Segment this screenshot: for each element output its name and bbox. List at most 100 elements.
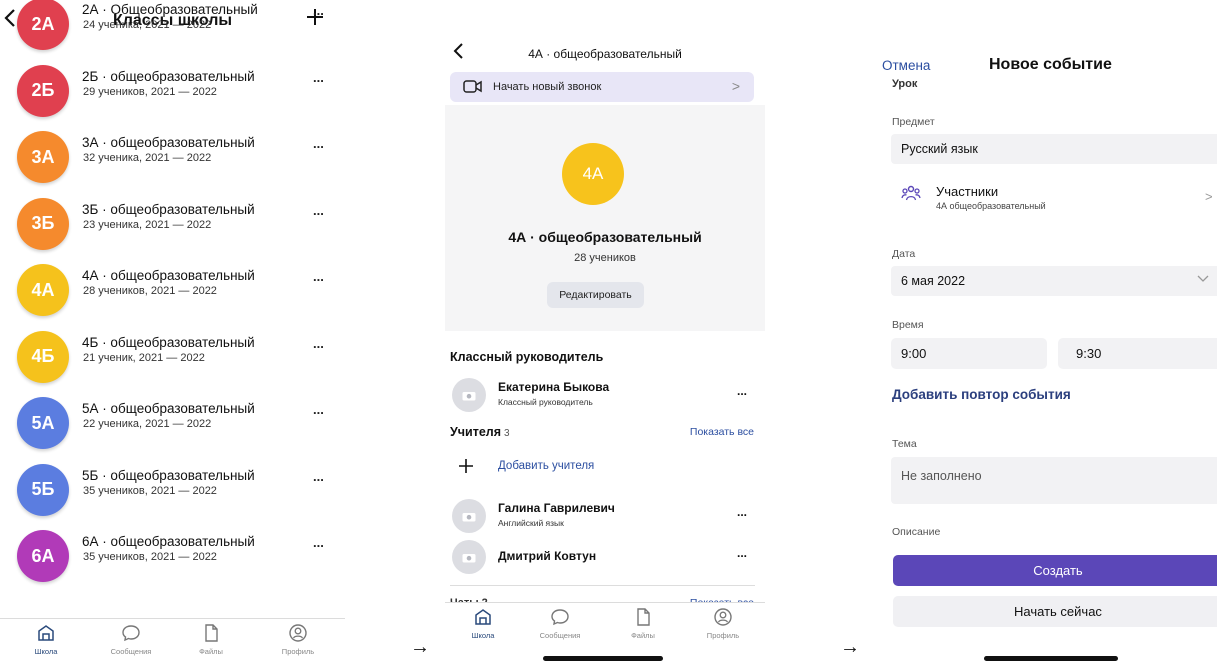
class-badge: 4Б xyxy=(17,330,69,383)
more-options-icon[interactable]: ... xyxy=(737,546,747,560)
date-field[interactable]: 6 мая 2022 xyxy=(891,266,1217,296)
time-label: Время xyxy=(892,319,924,331)
add-repeat-link[interactable]: Добавить повтор события xyxy=(892,387,1071,402)
class-meta: 22 ученика, 2021 — 2022 xyxy=(83,418,212,430)
show-all-teachers-link[interactable]: Показать все xyxy=(690,426,754,438)
more-options-icon[interactable]: ... xyxy=(313,136,324,151)
class-list-item[interactable]: 6А 6А · общеобразовательный 35 учеников, 2… xyxy=(0,523,345,589)
class-detail-screen: 4А · общеобразовательный Начать новый зв… xyxy=(445,0,765,662)
camera-icon xyxy=(452,378,486,412)
class-name: 5А · общеобразовательный xyxy=(82,401,255,416)
class-meta: 35 учеников, 2021 — 2022 xyxy=(83,484,217,497)
tab-school[interactable]: Школа xyxy=(453,607,513,640)
subject-field[interactable]: Русский язык xyxy=(891,134,1217,164)
tab-label: Школа xyxy=(34,647,58,656)
tab-label: Профиль xyxy=(706,631,740,640)
camera-icon xyxy=(452,540,486,574)
home-indicator[interactable] xyxy=(984,656,1118,661)
class-list-item[interactable]: 3А 3А · общеобразовательный 32 ученика, 20… xyxy=(0,124,345,190)
homeroom-heading: Классный руководитель xyxy=(450,350,604,364)
class-meta: 35 учеников, 2021 — 2022 xyxy=(83,551,217,563)
more-options-icon[interactable]: ... xyxy=(313,402,324,417)
more-options-icon[interactable]: ... xyxy=(313,203,324,218)
start-call-button[interactable]: Начать новый звонок > xyxy=(450,72,754,102)
subject-value: Русский язык xyxy=(901,142,978,156)
class-meta: 24 ученика, 2021 — 2022 xyxy=(83,19,212,31)
class-name: 3Б · общеобразовательный xyxy=(82,201,255,217)
tab-files[interactable]: Файлы xyxy=(181,623,241,656)
subject-label: Предмет xyxy=(892,116,935,128)
chevron-right-icon[interactable]: > xyxy=(1205,189,1213,204)
more-options-icon[interactable]: ... xyxy=(737,505,747,519)
class-name: 4А · общеобразовательный xyxy=(82,268,255,283)
tab-messages[interactable]: Сообщения xyxy=(101,623,161,656)
teachers-count: 3 xyxy=(504,428,510,439)
more-options-icon[interactable]: ... xyxy=(313,269,324,284)
tab-label: Файлы xyxy=(631,631,655,640)
class-badge: 3А xyxy=(17,131,69,183)
class-name: 4Б · общеобразовательный xyxy=(82,334,255,350)
class-badge: 3Б xyxy=(17,197,69,250)
more-options-icon[interactable]: ... xyxy=(737,384,747,398)
class-badge: 4А xyxy=(17,264,69,316)
participants-title[interactable]: Участники xyxy=(936,184,998,199)
class-list-item[interactable]: 5Б 5Б · общеобразовательный 35 учеников, 2… xyxy=(0,457,345,523)
start-time-field[interactable]: 9:00 xyxy=(891,338,1047,369)
class-meta: 28 учеников, 2021 — 2022 xyxy=(83,285,217,297)
topic-field[interactable]: Не заполнено xyxy=(891,457,1217,504)
class-list-item[interactable]: 5А 5А · общеобразовательный 22 ученика, 20… xyxy=(0,390,345,456)
new-event-screen: Отмена Новое событие Урок Предмет Русски… xyxy=(880,0,1217,662)
topic-placeholder: Не заполнено xyxy=(901,469,982,483)
cancel-button[interactable]: Отмена xyxy=(882,58,930,73)
class-hero: 4А 4А · общеобразовательный 28 учеников … xyxy=(445,105,765,331)
class-badge: 6А xyxy=(17,530,69,582)
flow-arrow: → xyxy=(840,636,860,658)
start-time-value: 9:00 xyxy=(901,346,927,361)
date-value: 6 мая 2022 xyxy=(901,274,966,288)
class-avatar: 4А xyxy=(562,143,624,205)
more-options-icon[interactable]: ... xyxy=(313,336,324,351)
participants-icon xyxy=(901,184,921,207)
add-teacher-button[interactable]: Добавить учителя xyxy=(445,450,765,490)
class-name: 3А · общеобразовательный xyxy=(82,135,255,150)
homeroom-teacher-row[interactable]: Екатерина Быкова Классный руководитель .… xyxy=(445,375,765,415)
classes-screen: Классы школы 2А 2А · Общеобразовательный 2… xyxy=(0,0,345,662)
class-meta: 29 учеников, 2021 — 2022 xyxy=(83,85,217,98)
more-options-icon[interactable]: ... xyxy=(313,535,324,550)
tab-profile[interactable]: Профиль xyxy=(268,623,328,656)
teacher-row[interactable]: Галина Гаврилевич Английский язык ... xyxy=(445,496,765,536)
event-type-value[interactable]: Урок xyxy=(892,78,917,90)
class-list-item[interactable]: 3Б 3Б · общеобразовательный 23 ученика, 20… xyxy=(0,191,345,257)
camera-icon xyxy=(452,499,486,533)
class-badge: 2А xyxy=(17,0,69,50)
home-indicator[interactable] xyxy=(543,656,663,661)
profile-icon xyxy=(268,623,328,645)
student-count: 28 учеников xyxy=(574,252,636,264)
tab-messages[interactable]: Сообщения xyxy=(530,607,590,640)
class-list-item[interactable]: 4А 4А · общеобразовательный 28 учеников, 2… xyxy=(0,257,345,323)
tab-profile[interactable]: Профиль xyxy=(693,607,753,640)
person-name: Галина Гаврилевич xyxy=(498,501,615,515)
chevron-down-icon xyxy=(1197,271,1209,286)
more-options-icon[interactable]: ... xyxy=(313,70,324,85)
class-list-item[interactable]: 2Б 2Б · общеобразовательный 29 учеников, 2… xyxy=(0,58,345,124)
edit-button[interactable]: Редактировать xyxy=(547,282,644,308)
profile-icon xyxy=(693,607,753,629)
tab-label: Профиль xyxy=(281,647,315,656)
tab-school[interactable]: Школа xyxy=(16,623,76,656)
class-list-item[interactable]: 4Б 4Б · общеобразовательный 21 ученик, 202… xyxy=(0,324,345,390)
more-options-icon[interactable]: ... xyxy=(313,3,324,18)
more-options-icon[interactable]: ... xyxy=(313,469,324,484)
class-list-item[interactable]: 2А 2А · Общеобразовательный 24 ученика, 20… xyxy=(0,0,345,57)
tab-label: Сообщения xyxy=(110,647,152,656)
start-now-button[interactable]: Начать сейчас xyxy=(893,596,1217,627)
class-meta: 21 ученик, 2021 — 2022 xyxy=(83,351,205,364)
create-button[interactable]: Создать xyxy=(893,555,1217,586)
start-call-label: Начать новый звонок xyxy=(493,81,602,93)
end-time-field[interactable]: 9:30 xyxy=(1058,338,1217,369)
class-meta: 32 ученика, 2021 — 2022 xyxy=(83,152,212,164)
teacher-row[interactable]: Дмитрий Ковтун ... xyxy=(445,537,765,577)
end-time-value: 9:30 xyxy=(1076,346,1102,361)
tab-label: Сообщения xyxy=(539,631,581,640)
tab-files[interactable]: Файлы xyxy=(613,607,673,640)
